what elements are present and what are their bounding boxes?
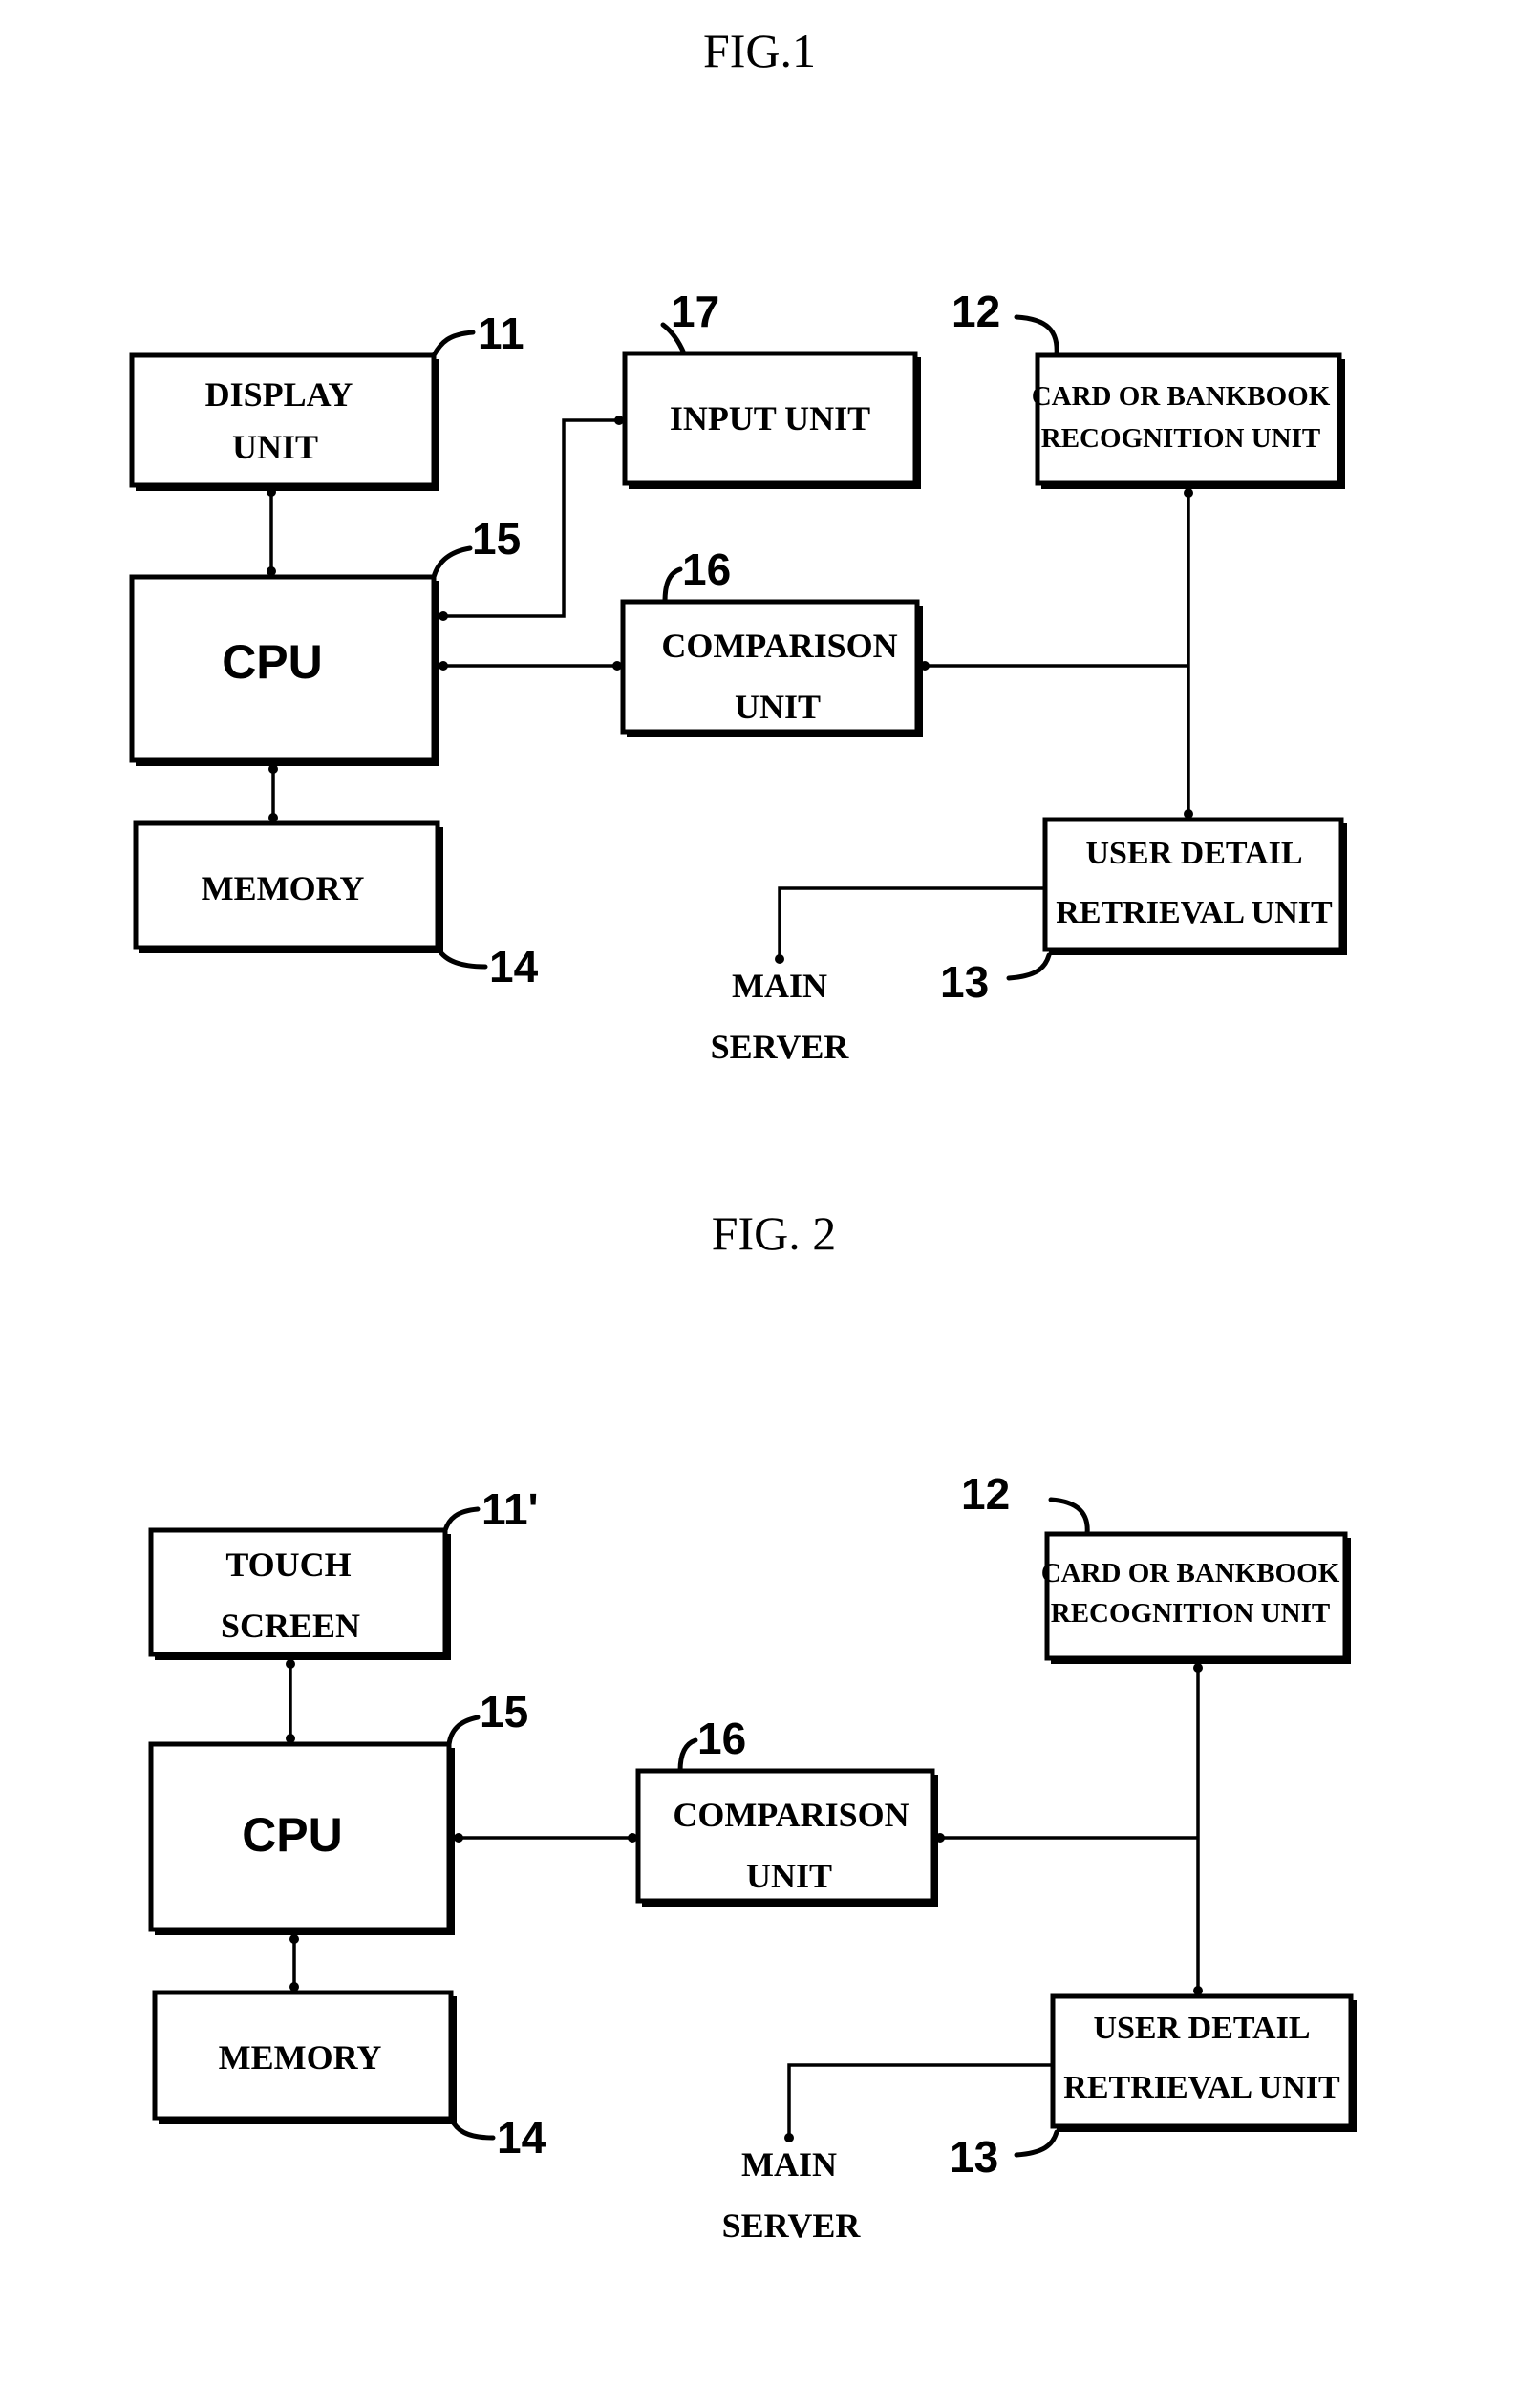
- fig2-memory-label: MEMORY: [219, 2038, 382, 2077]
- fig1-retrieval-ref: 13: [940, 957, 989, 1007]
- fig2-recognition-line2: RECOGNITION UNIT: [1051, 1598, 1330, 1629]
- figure-2-title: FIG. 2: [712, 1206, 837, 1260]
- fig1-cpu-ref: 15: [472, 514, 521, 564]
- fig2-server-line2: SERVER: [722, 2206, 862, 2245]
- fig1-server-line2: SERVER: [711, 1028, 850, 1066]
- fig2-server-line1: MAIN: [741, 2145, 837, 2184]
- fig1-input-ref: 17: [671, 287, 719, 336]
- fig1-retrieval-server-link: [778, 886, 1045, 961]
- fig2-memory-block: MEMORY 14: [152, 1990, 546, 2163]
- fig1-input-unit-block: INPUT UNIT 17: [622, 287, 921, 489]
- fig2-comparison-unit-block: COMPARISON UNIT 16: [635, 1714, 938, 1907]
- fig1-cpu-input-link: [436, 418, 625, 618]
- fig1-recognition-ref: 12: [952, 287, 1000, 336]
- fig2-recognition-line1: CARD OR BANKBOOK: [1041, 1558, 1340, 1588]
- fig2-recognition-unit-block: CARD OR BANKBOOK RECOGNITION UNIT 12: [961, 1469, 1351, 1664]
- fig2-retrieval-ref: 13: [950, 2132, 998, 2182]
- fig1-display-ref: 11: [478, 309, 524, 358]
- fig1-cpu-block: CPU 15: [129, 514, 521, 766]
- fig1-recognition-unit-block: CARD OR BANKBOOK RECOGNITION UNIT 12: [952, 287, 1345, 489]
- fig1-input-label: INPUT UNIT: [670, 399, 870, 437]
- fig1-memory-ref: 14: [489, 942, 539, 991]
- fig2-retrieval-line2: RETRIEVAL UNIT: [1063, 2070, 1340, 2105]
- fig2-touch-screen-block: TOUCH SCREEN 11': [148, 1484, 539, 1660]
- fig2-recognition-ref: 12: [961, 1469, 1010, 1519]
- fig1-retrieval-line1: USER DETAIL: [1085, 836, 1302, 871]
- fig1-display-line1: DISPLAY: [205, 375, 353, 414]
- fig1-memory-block: MEMORY 14: [133, 820, 539, 991]
- fig1-display-line2: UNIT: [232, 428, 318, 466]
- fig2-cpu-ref: 15: [480, 1687, 528, 1737]
- fig2-touch-line1: TOUCH: [225, 1545, 351, 1584]
- patent-drawing-sheet: FIG.1 DISPLAY UNIT 11 CPU 15 MEMORY 14 I…: [129, 24, 1357, 2245]
- fig1-comparison-line1: COMPARISON: [661, 627, 897, 665]
- fig2-retrieval-unit-block: USER DETAIL RETRIEVAL UNIT 13: [950, 1993, 1357, 2182]
- fig1-comparison-ref: 16: [682, 544, 731, 594]
- fig1-recognition-line1: CARD OR BANKBOOK: [1032, 381, 1331, 412]
- fig1-comparison-unit-block: COMPARISON UNIT 16: [620, 544, 923, 737]
- fig2-comparison-line2: UNIT: [746, 1857, 832, 1895]
- fig2-retrieval-server-link: [787, 2063, 1053, 2140]
- fig2-memory-ref: 14: [497, 2113, 546, 2163]
- fig1-retrieval-unit-block: USER DETAIL RETRIEVAL UNIT 13: [940, 817, 1347, 1007]
- fig1-retrieval-line2: RETRIEVAL UNIT: [1056, 895, 1333, 930]
- fig2-touch-line2: SCREEN: [221, 1607, 360, 1645]
- fig1-cpu-label: CPU: [222, 635, 323, 689]
- fig1-display-unit-block: DISPLAY UNIT 11: [129, 309, 524, 491]
- fig2-touch-ref: 11': [481, 1484, 539, 1534]
- fig2-cpu-label: CPU: [242, 1808, 343, 1862]
- fig2-comparison-ref: 16: [697, 1714, 746, 1763]
- fig2-retrieval-line1: USER DETAIL: [1093, 2011, 1310, 2046]
- fig2-comparison-line1: COMPARISON: [673, 1796, 909, 1834]
- fig1-comparison-line2: UNIT: [735, 688, 821, 726]
- figure-1-title: FIG.1: [703, 24, 816, 77]
- fig1-recognition-line2: RECOGNITION UNIT: [1041, 423, 1320, 454]
- figure-2: FIG. 2 TOUCH SCREEN 11' CPU 15 MEMORY 14: [148, 1206, 1357, 2245]
- fig1-memory-label: MEMORY: [202, 869, 365, 907]
- fig2-cpu-block: CPU 15: [148, 1687, 528, 1935]
- figure-1: FIG.1 DISPLAY UNIT 11 CPU 15 MEMORY 14 I…: [129, 24, 1347, 1066]
- fig1-server-line1: MAIN: [732, 967, 827, 1005]
